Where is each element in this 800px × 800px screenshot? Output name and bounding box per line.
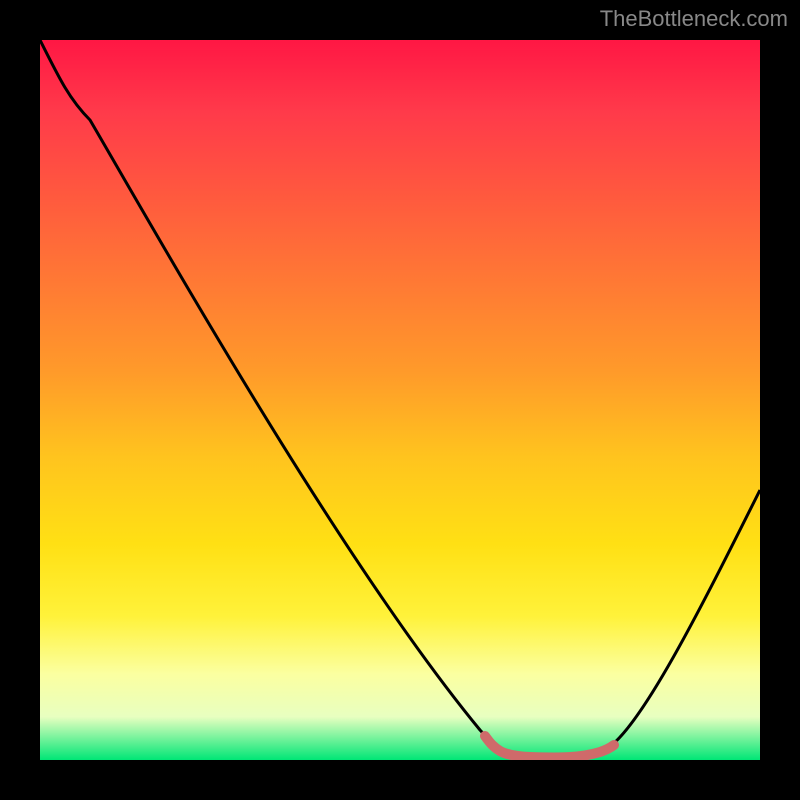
watermark-text: TheBottleneck.com bbox=[600, 6, 788, 32]
curve-path bbox=[40, 40, 760, 757]
bottleneck-curve bbox=[40, 40, 760, 760]
chart-plot-area bbox=[40, 40, 760, 760]
valley-highlight bbox=[485, 736, 614, 757]
